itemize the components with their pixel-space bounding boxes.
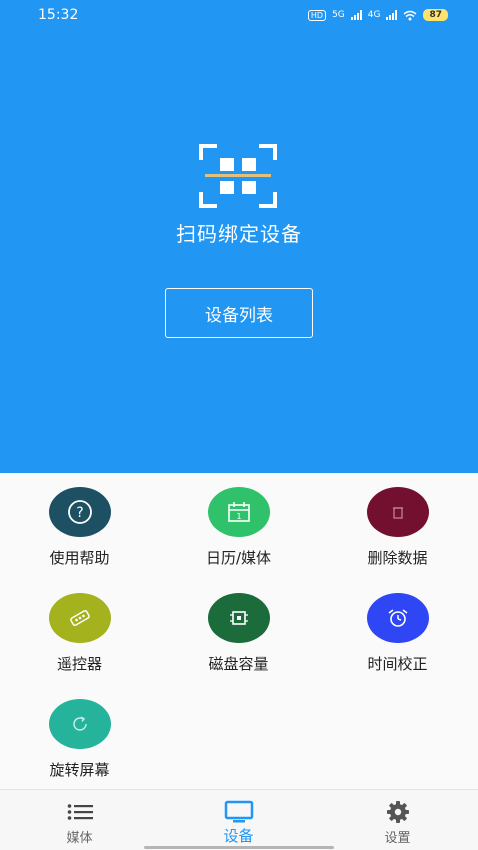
monitor-icon (222, 800, 255, 824)
list-icon (63, 800, 96, 824)
tile-disk-capacity[interactable]: 磁盘容量 (159, 579, 318, 685)
tile-label: 使用帮助 (49, 549, 110, 567)
nav-tab-media[interactable]: 媒体 (0, 790, 159, 850)
calendar-icon: 1 (208, 487, 270, 537)
device-list-button[interactable]: 设备列表 (165, 288, 313, 338)
status-indicators: HD 5G 4G 87 (307, 9, 448, 21)
nav-label: 设置 (384, 831, 411, 846)
hd-badge: HD (307, 9, 327, 21)
tile-label: 磁盘容量 (208, 655, 269, 673)
tile-remote[interactable]: 遥控器 (0, 579, 159, 685)
tile-label: 旋转屏幕 (49, 761, 110, 779)
alarm-clock-icon (367, 593, 429, 643)
wifi-icon (403, 10, 417, 20)
svg-text:1: 1 (236, 512, 241, 521)
hero-panel: 扫码绑定设备 设备列表 (0, 30, 478, 473)
chip-icon (208, 593, 270, 643)
tile-rotate-screen[interactable]: 旋转屏幕 (0, 685, 159, 791)
status-bar: 15:32 HD 5G 4G 87 (0, 0, 478, 30)
rotate-icon (49, 699, 111, 749)
bind-device-title: 扫码绑定设备 (176, 222, 302, 246)
tile-help[interactable]: ? 使用帮助 (0, 473, 159, 579)
remote-icon (49, 593, 111, 643)
tile-time-correction[interactable]: 时间校正 (318, 579, 477, 685)
help-icon: ? (49, 487, 111, 537)
tile-calendar-media[interactable]: 1 日历/媒体 (159, 473, 318, 579)
nav-label: 媒体 (66, 831, 93, 846)
nav-tab-settings[interactable]: 设置 (318, 790, 477, 850)
network-4g-label: 4G (367, 10, 381, 20)
tile-label: 删除数据 (367, 549, 428, 567)
signal-icon (386, 10, 398, 20)
home-indicator[interactable] (144, 846, 334, 849)
feature-grid: ? 使用帮助 1 日历/媒体 删除数据 遥控器 磁盘容量 时间校正 旋转屏幕 (0, 473, 478, 789)
svg-text:?: ? (76, 505, 83, 521)
status-time: 15:32 (38, 7, 79, 23)
network-5g-label: 5G (332, 10, 345, 20)
bottom-nav: 媒体 设备 设置 (0, 789, 478, 850)
signal-icon (350, 10, 362, 20)
nav-label: 设备 (223, 827, 254, 845)
battery-badge: 87 (423, 9, 448, 21)
tile-label: 遥控器 (56, 655, 102, 673)
gear-icon (381, 800, 414, 824)
tile-delete-data[interactable]: 删除数据 (318, 473, 477, 579)
nav-tab-device[interactable]: 设备 (159, 790, 318, 850)
tile-label: 时间校正 (367, 655, 428, 673)
tile-label: 日历/媒体 (205, 549, 272, 567)
scan-qr-icon[interactable] (199, 144, 277, 208)
trash-icon (367, 487, 429, 537)
